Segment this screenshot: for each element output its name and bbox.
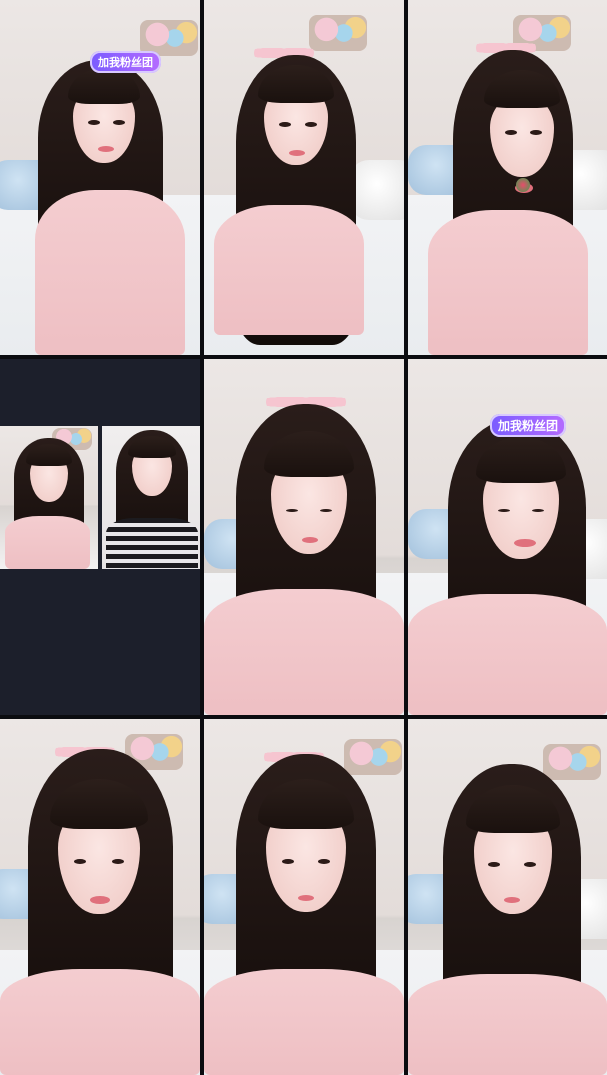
frame-r1c3: [408, 0, 607, 355]
frame-r2c1-split: [0, 359, 200, 715]
frame-r2c2: [204, 359, 404, 715]
fan-club-badge[interactable]: 加我粉丝团: [90, 51, 161, 73]
frame-r2c3: 加我粉丝团: [408, 359, 607, 715]
frame-r1c1: 加我粉丝团: [0, 0, 200, 355]
frame-r3c1: [0, 719, 200, 1075]
toy-shelf: [309, 15, 367, 51]
split-right: [102, 426, 200, 569]
collage-grid: 加我粉丝团 加我粉丝团: [0, 0, 607, 1075]
split-left: [0, 426, 98, 569]
split-call-view: [0, 426, 200, 569]
frame-r1c2: [204, 0, 404, 355]
lollipop: [516, 178, 530, 192]
frame-r3c3: [408, 719, 607, 1075]
frame-r3c2: [204, 719, 404, 1075]
fan-club-badge[interactable]: 加我粉丝团: [490, 414, 567, 437]
